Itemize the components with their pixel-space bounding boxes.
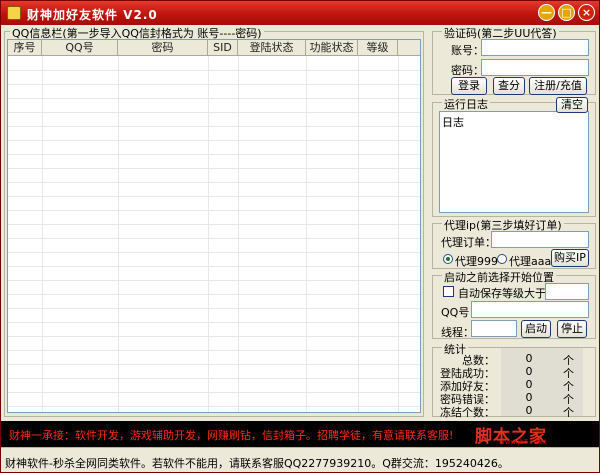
site-watermark: 脚本之家 www.jb51.net — [469, 421, 599, 447]
grid-column-line — [208, 56, 209, 412]
grid-row-line — [8, 98, 420, 99]
captcha-account-label: 账号： — [451, 44, 484, 57]
autosave-label: 自动保存等级大于 — [458, 287, 546, 300]
grid-column-line — [306, 56, 307, 412]
log-content: 日志 — [442, 116, 464, 129]
stat-frozen-unit: 个 — [563, 406, 574, 419]
stat-total-value: 0 — [525, 352, 533, 365]
qq-list-header: 序号 QQ号 密码 SID 登陆状态 功能状态 等级 — [8, 40, 420, 56]
grid-row-line — [8, 406, 420, 407]
grid-row-line — [8, 238, 420, 239]
proxy-order-input[interactable] — [491, 231, 589, 248]
col-password[interactable]: 密码 — [118, 40, 208, 56]
captcha-register-button[interactable]: 注册/充值 — [529, 77, 587, 95]
grid-row-line — [8, 392, 420, 393]
minimize-button[interactable]: — — [538, 4, 555, 21]
grid-row-line — [8, 336, 420, 337]
grid-row-line — [8, 378, 420, 379]
grid-row-line — [8, 126, 420, 127]
grid-row-line — [8, 224, 420, 225]
col-qq[interactable]: QQ号 — [42, 40, 118, 56]
proxy-aaa-radio[interactable] — [497, 254, 507, 264]
grid-column-line — [398, 56, 399, 412]
grid-column-line — [118, 56, 119, 412]
captcha-account-input[interactable] — [481, 39, 589, 56]
captcha-password-label: 密码： — [451, 64, 484, 77]
grid-row-line — [8, 154, 420, 155]
col-login-status[interactable]: 登陆状态 — [238, 40, 306, 56]
title-bar[interactable]: 财神加好友软件 V2.0 — □ × — [1, 1, 599, 25]
window-title: 财神加好友软件 V2.0 — [27, 8, 158, 22]
log-clear-button[interactable]: 清空 — [556, 97, 588, 113]
grid-column-line — [42, 56, 43, 412]
start-position-label: 启动之前选择开始位置 — [442, 269, 556, 285]
captcha-password-input[interactable] — [481, 59, 589, 76]
stat-wrongpw-value: 0 — [525, 391, 533, 404]
autosave-level-input[interactable] — [545, 283, 589, 300]
start-qq-input[interactable] — [471, 301, 589, 318]
proxy-aaa-label: 代理aaa — [509, 255, 552, 268]
log-textarea[interactable]: 日志 — [439, 111, 589, 213]
grid-row-line — [8, 266, 420, 267]
thread-label: 线程： — [441, 326, 474, 339]
close-button[interactable]: × — [578, 4, 595, 21]
stat-login-value: 0 — [525, 365, 533, 378]
stop-button[interactable]: 停止 — [557, 320, 587, 338]
col-index[interactable]: 序号 — [8, 40, 42, 56]
proxy-999-radio[interactable] — [443, 254, 453, 264]
marquee-text: 财神一承接：软件开发，游戏辅助开发，网赚刷钻，信封箱子。招聘学徒，有意请联系客服… — [9, 429, 454, 442]
grid-column-line — [358, 56, 359, 412]
grid-row-line — [8, 210, 420, 211]
grid-column-line — [238, 56, 239, 412]
autosave-checkbox[interactable] — [443, 286, 454, 297]
grid-row-line — [8, 84, 420, 85]
maximize-button[interactable]: □ — [558, 4, 575, 21]
captcha-query-button[interactable]: 查分 — [493, 77, 525, 95]
qq-list[interactable]: 序号 QQ号 密码 SID 登陆状态 功能状态 等级 — [7, 39, 421, 413]
grid-row-line — [8, 308, 420, 309]
captcha-login-button[interactable]: 登录 — [451, 77, 487, 95]
grid-row-line — [8, 182, 420, 183]
grid-row-line — [8, 280, 420, 281]
status-bar: 财神软件-秒杀全网同类软件。若软件不能用，请联系客服QQ2277939210。Q… — [1, 447, 599, 473]
watermark-url: www.jb51.net — [499, 438, 547, 446]
grid-row-line — [8, 294, 420, 295]
stat-friends-value: 0 — [525, 378, 533, 391]
col-sid[interactable]: SID — [208, 40, 238, 56]
status-text: 财神软件-秒杀全网同类软件。若软件不能用，请联系客服QQ2277939210。Q… — [5, 457, 509, 470]
start-button[interactable]: 启动 — [521, 320, 551, 338]
grid-row-line — [8, 112, 420, 113]
grid-row-line — [8, 140, 420, 141]
grid-row-line — [8, 252, 420, 253]
app-icon — [7, 6, 21, 20]
col-function-status[interactable]: 功能状态 — [306, 40, 358, 56]
grid-row-line — [8, 196, 420, 197]
proxy-999-label: 代理999 — [455, 255, 498, 268]
grid-row-line — [8, 364, 420, 365]
grid-row-line — [8, 168, 420, 169]
stat-frozen-value: 0 — [525, 404, 533, 417]
thread-input[interactable] — [471, 320, 517, 337]
grid-row-line — [8, 350, 420, 351]
grid-row-line — [8, 322, 420, 323]
proxy-order-label: 代理订单： — [441, 236, 496, 249]
main-window: 财神加好友软件 V2.0 — □ × QQ信息栏(第一步导入QQ信封格式为 账号… — [0, 0, 600, 473]
buy-ip-button[interactable]: 购买IP — [551, 249, 589, 267]
log-label: 运行日志 — [442, 96, 490, 112]
col-level[interactable]: 等级 — [358, 40, 398, 56]
stat-frozen-label: 冻结个数： — [440, 406, 495, 419]
grid-row-line — [8, 70, 420, 71]
